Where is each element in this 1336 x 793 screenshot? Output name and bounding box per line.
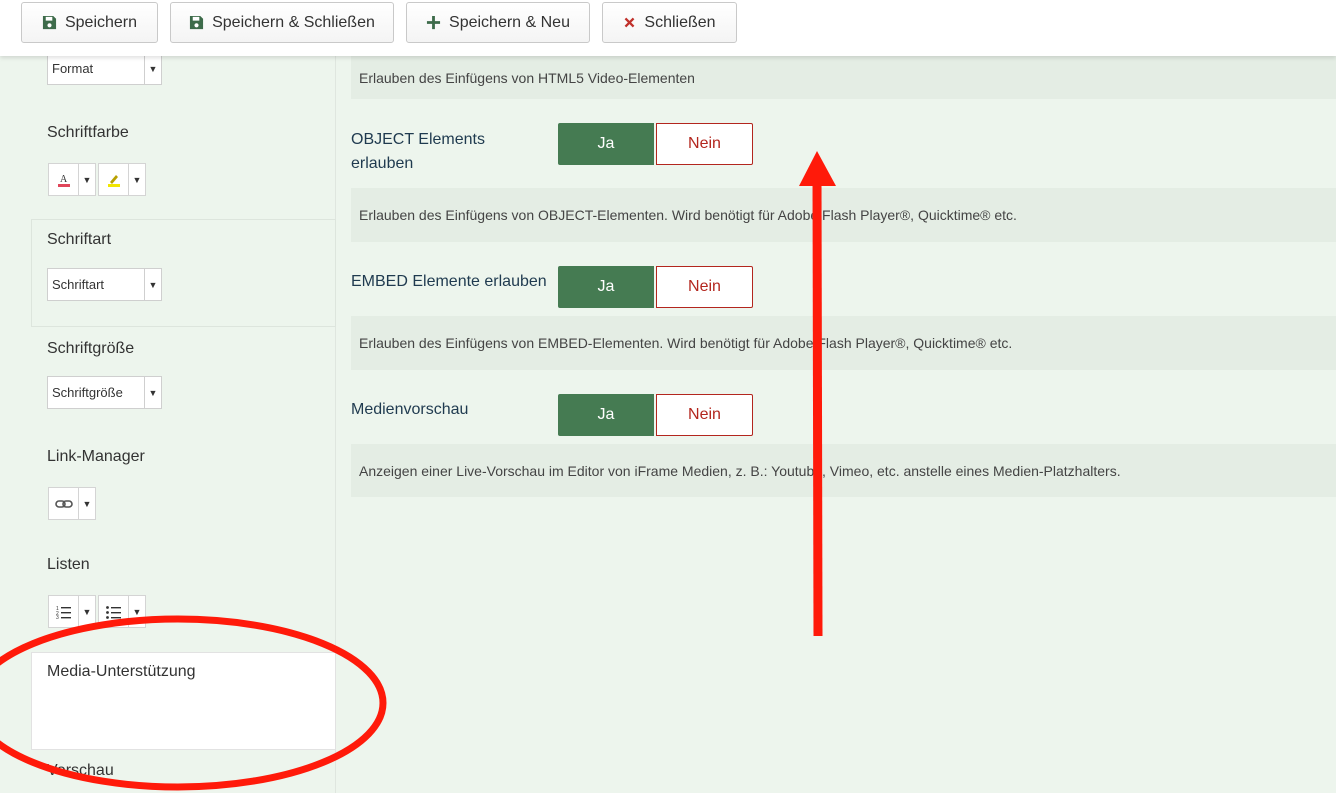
object-no-button[interactable]: Nein bbox=[656, 123, 753, 165]
media-preview-yes-button[interactable]: Ja bbox=[558, 394, 654, 436]
object-yes-button[interactable]: Ja bbox=[558, 123, 654, 165]
close-button[interactable]: Schließen bbox=[602, 2, 737, 43]
format-select-value: Format bbox=[52, 61, 94, 76]
format-select[interactable]: Format ▼ bbox=[47, 52, 162, 85]
close-icon bbox=[623, 16, 636, 29]
highlighter-icon bbox=[99, 164, 128, 195]
font-color-button[interactable]: A ▼ bbox=[48, 163, 96, 196]
save-button[interactable]: Speichern bbox=[21, 2, 158, 43]
save-new-button-label: Speichern & Neu bbox=[449, 13, 570, 31]
chevron-down-icon: ▼ bbox=[144, 269, 161, 300]
save-close-button[interactable]: Speichern & Schließen bbox=[170, 2, 394, 43]
unordered-list-icon bbox=[99, 596, 128, 627]
annotation-arrow-shaft bbox=[812, 179, 823, 637]
object-elements-label: OBJECT Elements erlauben bbox=[351, 131, 485, 172]
font-size-select-value: Schriftgröße bbox=[52, 385, 123, 400]
chevron-down-icon: ▼ bbox=[144, 53, 161, 84]
toolbar: Speichern Speichern & Schließen Speicher… bbox=[0, 0, 1336, 56]
font-size-select[interactable]: Schriftgröße ▼ bbox=[47, 376, 162, 409]
chevron-down-icon[interactable]: ▼ bbox=[78, 164, 95, 195]
object-elements-description: Erlauben des Einfügens von OBJECT-Elemen… bbox=[351, 188, 1336, 242]
font-color-label: Schriftfarbe bbox=[47, 124, 129, 141]
embed-elements-label: EMBED Elemente erlauben bbox=[351, 273, 547, 290]
highlight-color-button[interactable]: ▼ bbox=[98, 163, 146, 196]
media-preview-no-button[interactable]: Nein bbox=[656, 394, 753, 436]
media-support-label: Media-Unterstützung bbox=[47, 663, 196, 680]
unordered-list-button[interactable]: ▼ bbox=[98, 595, 146, 628]
chevron-down-icon[interactable]: ▼ bbox=[78, 596, 95, 627]
font-family-select[interactable]: Schriftart ▼ bbox=[47, 268, 162, 301]
svg-text:3: 3 bbox=[56, 615, 59, 619]
chevron-down-icon: ▼ bbox=[144, 377, 161, 408]
font-size-label: Schriftgröße bbox=[47, 340, 135, 357]
plus-icon bbox=[426, 15, 441, 30]
ordered-list-button[interactable]: 123 ▼ bbox=[48, 595, 96, 628]
media-preview-description: Anzeigen einer Live-Vorschau im Editor v… bbox=[351, 444, 1336, 497]
embed-elements-description: Erlauben des Einfügens von EMBED-Element… bbox=[351, 316, 1336, 370]
svg-text:A: A bbox=[60, 174, 68, 185]
save-button-label: Speichern bbox=[64, 13, 138, 31]
chevron-down-icon[interactable]: ▼ bbox=[128, 164, 145, 195]
chevron-down-icon[interactable]: ▼ bbox=[128, 596, 145, 627]
font-family-select-value: Schriftart bbox=[52, 277, 105, 292]
link-manager-button[interactable]: ▼ bbox=[48, 487, 96, 520]
link-manager-label: Link-Manager bbox=[47, 448, 145, 465]
chevron-down-icon[interactable]: ▼ bbox=[78, 488, 95, 519]
close-button-label: Schließen bbox=[644, 13, 716, 31]
embed-yes-button[interactable]: Ja bbox=[558, 266, 654, 308]
annotation-arrow-head bbox=[799, 151, 836, 186]
floppy-disk-icon bbox=[189, 15, 204, 30]
floppy-disk-icon bbox=[42, 15, 57, 30]
embed-no-button[interactable]: Nein bbox=[656, 266, 753, 308]
media-preview-label: Medienvorschau bbox=[351, 401, 469, 418]
save-new-button[interactable]: Speichern & Neu bbox=[406, 2, 590, 43]
ordered-list-icon: 123 bbox=[49, 596, 78, 627]
text-color-icon: A bbox=[49, 164, 78, 195]
lists-label: Listen bbox=[47, 556, 90, 573]
preview-label: Vorschau bbox=[47, 762, 114, 779]
font-family-label: Schriftart bbox=[47, 231, 112, 248]
save-close-button-label: Speichern & Schließen bbox=[212, 13, 375, 31]
link-icon bbox=[49, 488, 78, 519]
